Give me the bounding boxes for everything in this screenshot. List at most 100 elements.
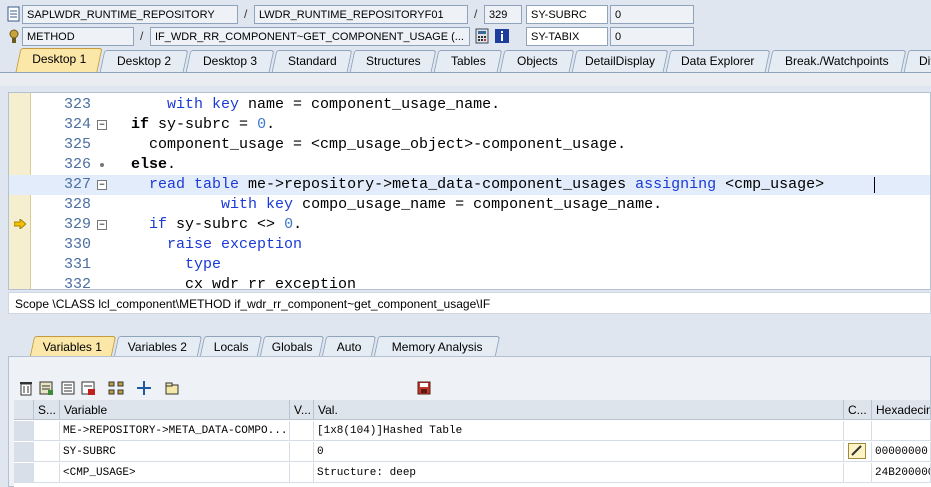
column-header-value[interactable]: Val. bbox=[314, 400, 844, 420]
code-token-kwb: else bbox=[131, 156, 168, 173]
column-header-v[interactable]: V... bbox=[290, 400, 314, 420]
collapse-icon[interactable]: − bbox=[97, 220, 107, 230]
code-line[interactable]: 324 if sy-subrc = 0. − bbox=[9, 115, 930, 135]
column-selector[interactable] bbox=[14, 400, 34, 420]
code-line[interactable]: 329 if sy-subrc <> 0. − bbox=[9, 215, 930, 235]
edit-list-icon[interactable] bbox=[38, 380, 54, 396]
edit-pencil-icon[interactable] bbox=[848, 443, 866, 459]
row-selector[interactable] bbox=[14, 442, 34, 462]
code-line[interactable]: 326 else. bbox=[9, 155, 930, 175]
line-number: 325 bbox=[63, 136, 91, 153]
tab-variables-1[interactable]: Variables 1 bbox=[29, 336, 117, 356]
table-cell bbox=[844, 463, 872, 483]
current-line-arrow-icon bbox=[14, 219, 26, 229]
program-field[interactable]: SAPLWDR_RUNTIME_REPOSITORY bbox=[22, 5, 238, 24]
table-cell bbox=[34, 442, 60, 462]
table-cell-variable[interactable]: SY-SUBRC bbox=[60, 442, 290, 462]
splitter[interactable] bbox=[0, 316, 931, 336]
code-line[interactable]: 328 with key compo_usage_name = componen… bbox=[9, 195, 930, 215]
code-line[interactable]: 331 type bbox=[9, 255, 930, 275]
list-icon[interactable] bbox=[60, 380, 76, 396]
tab-desktop-1[interactable]: Desktop 1 bbox=[15, 48, 103, 72]
variable-name-field-2[interactable]: SY-TABIX bbox=[526, 27, 608, 46]
column-header-variable[interactable]: Variable bbox=[60, 400, 290, 420]
tab-diff[interactable]: Dif bbox=[903, 50, 931, 72]
variable-name-field-1[interactable]: SY-SUBRC bbox=[526, 5, 608, 24]
code-token-num: 0 bbox=[284, 216, 294, 233]
collapse-icon[interactable]: − bbox=[97, 120, 107, 130]
table-cell bbox=[290, 442, 314, 462]
code-token: <cmp_usage> bbox=[725, 176, 825, 193]
variable-value-field-1[interactable]: 0 bbox=[610, 5, 694, 24]
code-line[interactable]: 332 cx wdr rr exception bbox=[9, 275, 930, 290]
code-text: else. bbox=[113, 155, 176, 175]
tab-globals[interactable]: Globals bbox=[259, 336, 325, 356]
remove-row-icon[interactable] bbox=[80, 380, 96, 396]
code-token: me->repository->meta_data-component_usag… bbox=[248, 176, 627, 193]
code-token-kw: with key bbox=[167, 96, 240, 113]
code-token: cx wdr rr exception bbox=[185, 276, 357, 290]
source-code-editor[interactable]: 323 with key name = component_usage_name… bbox=[8, 92, 931, 290]
code-token: compo_usage_name = component_usage_name. bbox=[302, 196, 663, 213]
code-line[interactable]: 327 read table me->repository->meta_data… bbox=[9, 175, 930, 195]
tab-data-explorer[interactable]: Data Explorer bbox=[665, 50, 771, 72]
hierarchy-icon[interactable] bbox=[108, 380, 124, 396]
tab-objects[interactable]: Objects bbox=[499, 50, 575, 72]
info-icon[interactable] bbox=[494, 28, 510, 44]
table-cell-hex bbox=[872, 421, 931, 441]
code-text: type bbox=[113, 255, 221, 275]
line-number: 331 bbox=[63, 256, 91, 273]
code-text: with key compo_usage_name = component_us… bbox=[113, 195, 662, 215]
row-selector[interactable] bbox=[14, 421, 34, 441]
code-token: . bbox=[266, 116, 276, 133]
table-cell-hex: 24B200000 bbox=[872, 463, 931, 483]
line-number: 324 bbox=[63, 116, 91, 133]
save-icon[interactable] bbox=[416, 380, 432, 396]
tab-auto[interactable]: Auto bbox=[321, 336, 377, 356]
event-type-field[interactable]: METHOD bbox=[22, 27, 134, 46]
calculator-icon[interactable] bbox=[474, 28, 490, 44]
tab-detaildisplay[interactable]: DetailDisplay bbox=[571, 50, 669, 72]
move-icon[interactable] bbox=[136, 380, 152, 396]
folder-icon[interactable] bbox=[164, 380, 180, 396]
method-icon bbox=[9, 29, 19, 43]
code-line[interactable]: 330 raise exception bbox=[9, 235, 930, 255]
collapse-icon[interactable]: − bbox=[97, 180, 107, 190]
table-cell bbox=[844, 421, 872, 441]
row-selector[interactable] bbox=[14, 463, 34, 483]
event-field[interactable]: IF_WDR_RR_COMPONENT~GET_COMPONENT_USAGE … bbox=[150, 27, 470, 46]
tab-breakpoints-watchpoints[interactable]: Break./Watchpoints bbox=[767, 50, 907, 72]
column-header-c[interactable]: C... bbox=[844, 400, 872, 420]
code-line[interactable]: 323 with key name = component_usage_name… bbox=[9, 95, 930, 115]
tab-standard[interactable]: Standard bbox=[271, 50, 353, 72]
column-header-hexadecimal[interactable]: Hexadecim bbox=[872, 400, 931, 420]
tab-tables[interactable]: Tables bbox=[433, 50, 503, 72]
code-token-kw: with key bbox=[221, 196, 294, 213]
text-cursor bbox=[874, 177, 875, 193]
line-number-field[interactable]: 329 bbox=[484, 5, 522, 24]
code-line[interactable]: 325 component_usage = <cmp_usage_object>… bbox=[9, 135, 930, 155]
delete-icon[interactable] bbox=[18, 380, 34, 396]
code-token: . bbox=[293, 216, 303, 233]
separator: / bbox=[140, 29, 144, 43]
code-token-kw: type bbox=[185, 256, 222, 273]
code-token: component_usage = <cmp_usage_object>-com… bbox=[149, 136, 627, 153]
tab-memory-analysis[interactable]: Memory Analysis bbox=[373, 336, 501, 356]
table-cell-value[interactable]: 0 bbox=[314, 442, 844, 462]
tab-desktop-3[interactable]: Desktop 3 bbox=[185, 50, 275, 72]
column-header-s[interactable]: S... bbox=[34, 400, 60, 420]
tab-desktop-2[interactable]: Desktop 2 bbox=[99, 50, 189, 72]
table-cell-variable[interactable]: ME->REPOSITORY->META_DATA-COMPO... bbox=[60, 421, 290, 441]
code-token: sy-subrc <> bbox=[176, 216, 285, 233]
tab-structures[interactable]: Structures bbox=[349, 50, 437, 72]
variable-value-field-2[interactable]: 0 bbox=[610, 27, 694, 46]
tab-locals[interactable]: Locals bbox=[199, 336, 263, 356]
table-cell-variable[interactable]: <CMP_USAGE> bbox=[60, 463, 290, 483]
table-cell-value[interactable]: Structure: deep bbox=[314, 463, 844, 483]
table-cell-value[interactable]: [1x8(104)]Hashed Table bbox=[314, 421, 844, 441]
include-field[interactable]: LWDR_RUNTIME_REPOSITORYF01 bbox=[254, 5, 468, 24]
tab-variables-2[interactable]: Variables 2 bbox=[113, 336, 203, 356]
